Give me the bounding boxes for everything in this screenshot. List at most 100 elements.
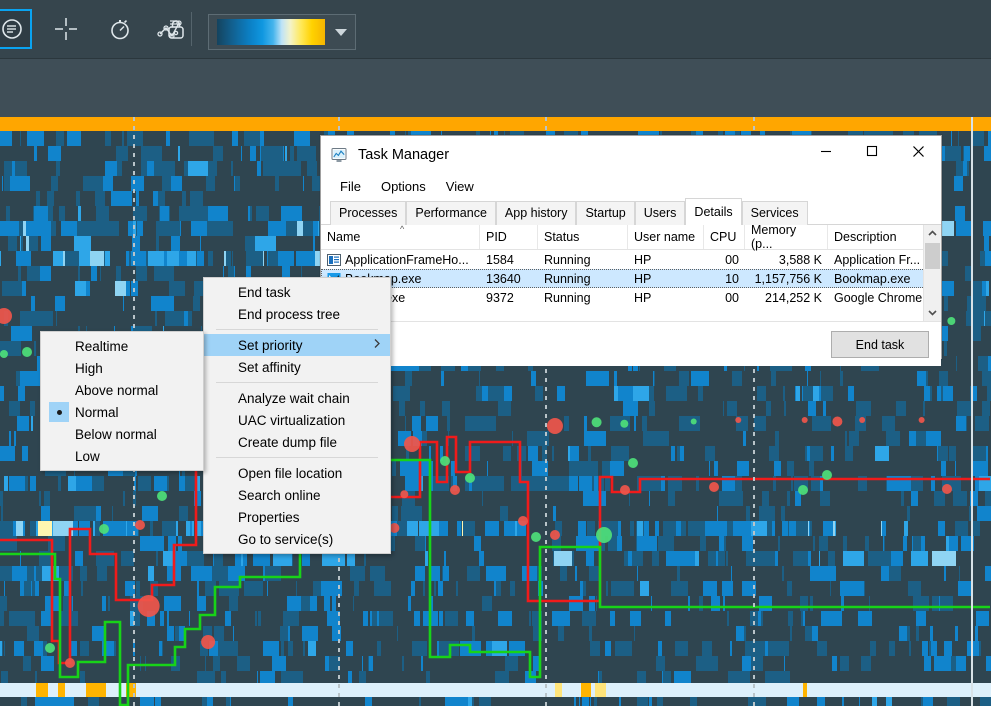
trade-bubble — [138, 595, 160, 617]
context-separator — [216, 457, 378, 458]
priority-item-low[interactable]: Low — [41, 445, 203, 467]
tab-details[interactable]: Details — [685, 198, 741, 225]
trade-bubble — [465, 473, 475, 483]
trade-bubble — [942, 484, 952, 494]
cell-cpu: 00 — [704, 288, 745, 307]
app-frame-icon — [327, 253, 341, 267]
cell-status: Running — [538, 269, 628, 288]
context-item-open-file-location[interactable]: Open file location — [204, 462, 390, 484]
menu-view[interactable]: View — [437, 177, 483, 196]
trade-bubble — [691, 419, 697, 425]
caret-down-icon[interactable] — [335, 29, 347, 36]
cell-memory: 1,157,756 K — [745, 269, 828, 288]
trade-bubble — [547, 418, 563, 434]
trade-bubble — [596, 527, 612, 543]
bid-step-line — [0, 460, 990, 705]
tab-app-history[interactable]: App history — [496, 201, 577, 225]
column-header-cpu[interactable]: CPU — [704, 225, 745, 249]
context-item-end-task[interactable]: End task — [204, 281, 390, 303]
menu-file[interactable]: File — [331, 177, 370, 196]
priority-item-realtime[interactable]: Realtime — [41, 335, 203, 357]
context-item-set-priority[interactable]: Set priority — [204, 334, 390, 356]
tab-services[interactable]: Services — [742, 201, 808, 225]
table-scrollbar[interactable] — [923, 225, 941, 321]
priority-item-below-normal[interactable]: Below normal — [41, 423, 203, 445]
column-header-pid[interactable]: PID — [480, 225, 538, 249]
task-manager-window[interactable]: Task Manager File Options View Processes… — [320, 135, 942, 359]
trade-bubble — [802, 417, 808, 423]
lock-icon[interactable] — [156, 9, 196, 49]
tab-users[interactable]: Users — [635, 201, 686, 225]
column-header-description[interactable]: Description — [828, 225, 924, 249]
column-header-memory[interactable]: Memory (p... — [745, 225, 828, 249]
close-icon[interactable] — [895, 136, 941, 166]
trade-bubble — [822, 470, 832, 480]
trade-bubble — [947, 317, 955, 325]
priority-item-high[interactable]: High — [41, 357, 203, 379]
trade-bubble — [518, 516, 528, 526]
menu-bar[interactable]: File Options View — [321, 174, 941, 198]
minimize-icon[interactable] — [803, 136, 849, 166]
trade-bubble — [404, 436, 420, 452]
stopwatch-icon[interactable] — [100, 9, 140, 49]
cell-pid: 1584 — [480, 250, 538, 269]
heatmap-palette-selector[interactable] — [208, 14, 356, 50]
chevron-down-icon[interactable] — [924, 304, 941, 321]
trade-bubble — [628, 458, 638, 468]
process-context-menu[interactable]: End task End process tree Set priority S… — [203, 277, 391, 554]
priority-item-normal[interactable]: Normal — [41, 401, 203, 423]
cell-user-name: HP — [628, 250, 704, 269]
tab-startup[interactable]: Startup — [576, 201, 634, 225]
context-item-properties[interactable]: Properties — [204, 506, 390, 528]
depth-levels-icon[interactable] — [0, 9, 32, 49]
trade-bubble — [592, 417, 602, 427]
context-item-set-affinity[interactable]: Set affinity — [204, 356, 390, 378]
process-table[interactable]: Name ^ PID Status User name CPU Memory (… — [321, 225, 941, 322]
title-bar[interactable]: Task Manager — [321, 136, 941, 174]
trade-bubble — [709, 482, 719, 492]
cell-user-name: HP — [628, 288, 704, 307]
trade-bubble — [919, 417, 925, 423]
cell-pid: 13640 — [480, 269, 538, 288]
trade-bubble — [450, 485, 460, 495]
trade-bubble — [550, 530, 560, 540]
window-title: Task Manager — [358, 147, 449, 163]
column-header-status[interactable]: Status — [538, 225, 628, 249]
priority-item-above-normal[interactable]: Above normal — [41, 379, 203, 401]
maximize-icon[interactable] — [849, 136, 895, 166]
table-row[interactable]: exe 9372 Running HP 00 214,252 K Google … — [321, 288, 941, 307]
trade-bubble — [735, 417, 741, 423]
context-item-end-process-tree[interactable]: End process tree — [204, 303, 390, 325]
column-header-name[interactable]: Name ^ — [321, 225, 480, 249]
heatmap-gradient — [217, 19, 325, 45]
table-row[interactable]: Bookmap.exe 13640 Running HP 10 1,157,75… — [321, 269, 941, 288]
chevron-right-icon — [374, 339, 380, 352]
cell-memory: 214,252 K — [745, 288, 828, 307]
cell-pid: 9372 — [480, 288, 538, 307]
end-task-button[interactable]: End task — [831, 331, 929, 358]
cell-user-name: HP — [628, 269, 704, 288]
table-header-row[interactable]: Name ^ PID Status User name CPU Memory (… — [321, 225, 941, 250]
menu-options[interactable]: Options — [372, 177, 435, 196]
set-priority-label: Set priority — [238, 338, 303, 353]
trade-bubble — [0, 350, 8, 358]
context-item-search-online[interactable]: Search online — [204, 484, 390, 506]
cell-cpu: 10 — [704, 269, 745, 288]
context-item-analyze-wait-chain[interactable]: Analyze wait chain — [204, 387, 390, 409]
bookmap-toolbar — [0, 0, 991, 59]
chevron-up-icon[interactable] — [924, 225, 941, 242]
set-priority-submenu[interactable]: Realtime High Above normal Normal Below … — [40, 331, 204, 471]
tab-processes[interactable]: Processes — [330, 201, 406, 225]
column-header-user-name[interactable]: User name — [628, 225, 704, 249]
crosshair-icon[interactable] — [46, 9, 86, 49]
tab-bar[interactable]: Processes Performance App history Startu… — [321, 198, 941, 225]
scrollbar-thumb[interactable] — [925, 243, 940, 269]
context-item-create-dump-file[interactable]: Create dump file — [204, 431, 390, 453]
tab-performance[interactable]: Performance — [406, 201, 496, 225]
trade-bubble — [531, 532, 541, 542]
table-row[interactable]: ApplicationFrameHo... 1584 Running HP 00… — [321, 250, 941, 269]
trade-bubble — [798, 485, 808, 495]
context-item-uac-virtualization[interactable]: UAC virtualization — [204, 409, 390, 431]
context-item-go-to-services[interactable]: Go to service(s) — [204, 528, 390, 550]
trade-bubble — [22, 347, 32, 357]
